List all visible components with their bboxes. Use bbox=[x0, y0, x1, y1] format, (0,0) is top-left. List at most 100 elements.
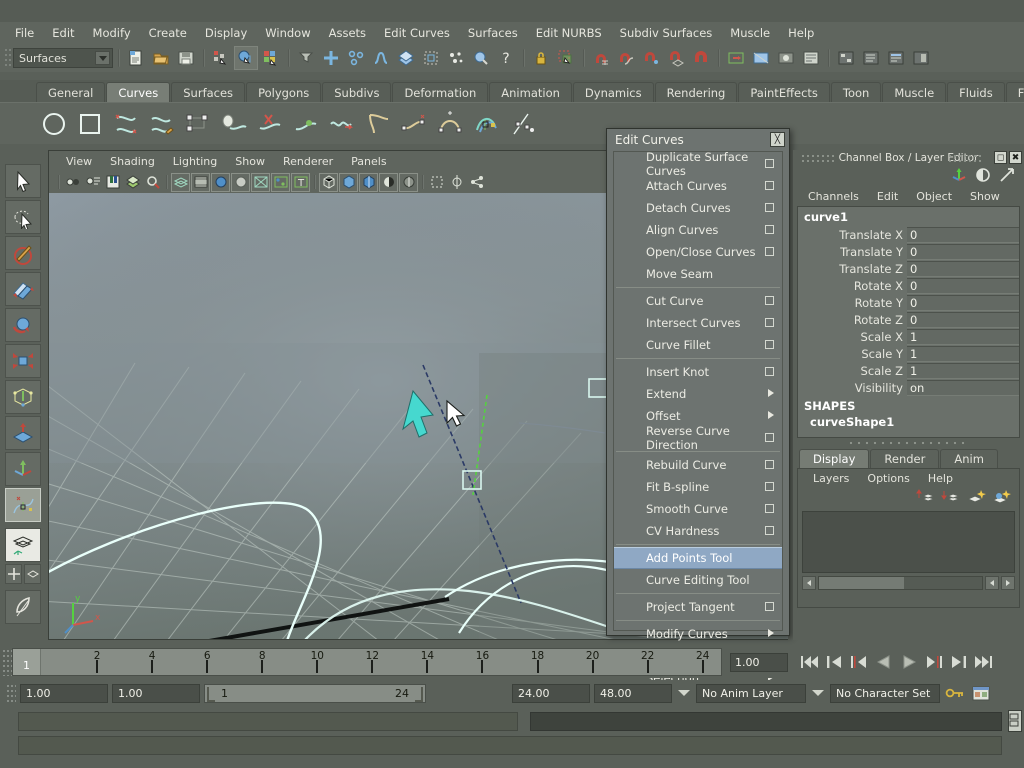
shelf-tab-subdivs[interactable]: Subdivs bbox=[322, 82, 392, 102]
move-layer-down-icon[interactable] bbox=[941, 488, 961, 509]
menu-option-box-icon[interactable] bbox=[765, 225, 774, 234]
show-manipulator-tool[interactable] bbox=[5, 452, 41, 486]
layer-menu-options[interactable]: Options bbox=[858, 472, 918, 485]
menu-item-insert-knot[interactable]: Insert Knot bbox=[614, 361, 782, 383]
layer-menu-layers[interactable]: Layers bbox=[804, 472, 858, 485]
highlight-selection-icon[interactable] bbox=[554, 46, 578, 70]
attach-curves-icon[interactable] bbox=[218, 108, 250, 140]
render-settings-icon[interactable] bbox=[799, 46, 823, 70]
animation-preferences-icon[interactable] bbox=[970, 686, 992, 701]
move-tool[interactable] bbox=[5, 272, 41, 306]
bookmarks-icon[interactable] bbox=[103, 173, 122, 192]
menu-item-duplicate-surface-curves[interactable]: Duplicate Surface Curves bbox=[614, 150, 782, 178]
command-input[interactable] bbox=[18, 712, 518, 731]
viewport-menu-lighting[interactable]: Lighting bbox=[164, 154, 226, 169]
viewport-menu-shading[interactable]: Shading bbox=[101, 154, 164, 169]
play-forwards-icon[interactable] bbox=[898, 651, 920, 673]
menu-set-selector[interactable]: Surfaces bbox=[13, 48, 113, 68]
channel-label[interactable]: Rotate X bbox=[798, 279, 907, 293]
channel-box[interactable]: curve1 Translate X 0 Translate Y 0 Translate… bbox=[797, 206, 1020, 438]
layer-tab-display[interactable]: Display bbox=[799, 449, 870, 468]
channel-value-field[interactable]: 0 bbox=[907, 226, 1019, 243]
attribute-editor-icon[interactable] bbox=[998, 166, 1016, 187]
film-gate-icon[interactable] bbox=[191, 172, 210, 192]
outliner-icon[interactable] bbox=[859, 46, 883, 70]
channel-box-menu-channels[interactable]: Channels bbox=[799, 190, 868, 203]
channel-row[interactable]: Rotate Z0 bbox=[798, 311, 1019, 328]
scroll-thumb[interactable] bbox=[819, 577, 904, 589]
shelf-tab-rendering[interactable]: Rendering bbox=[654, 82, 738, 102]
snap-to-view-plane-icon[interactable] bbox=[689, 46, 713, 70]
anim-layer-dropdown-icon[interactable] bbox=[676, 684, 692, 702]
single-perspective-view[interactable] bbox=[5, 528, 41, 562]
range-handle-right[interactable] bbox=[415, 686, 423, 702]
range-slider-grip[interactable] bbox=[6, 683, 16, 703]
circle-icon[interactable] bbox=[38, 108, 70, 140]
display-toggle-icon[interactable] bbox=[974, 166, 992, 187]
scroll-right-icon[interactable] bbox=[1001, 576, 1015, 590]
menu-option-box-icon[interactable] bbox=[765, 159, 774, 168]
shelf-tab-toon[interactable]: Toon bbox=[830, 82, 882, 102]
shelf-tab-animation[interactable]: Animation bbox=[489, 82, 572, 102]
menu-item-file[interactable]: File bbox=[6, 24, 43, 42]
two-d-pan-zoom-icon[interactable] bbox=[143, 173, 162, 192]
menu-item-surfaces[interactable]: Surfaces bbox=[459, 24, 527, 42]
snap-to-point-icon[interactable] bbox=[639, 46, 663, 70]
current-frame-field[interactable]: 1.00 bbox=[730, 652, 788, 672]
resolution-gate-icon[interactable] bbox=[211, 172, 230, 192]
grid-toggle-icon[interactable] bbox=[171, 172, 190, 192]
channel-row[interactable]: Rotate X0 bbox=[798, 277, 1019, 294]
lights-icon[interactable] bbox=[359, 172, 378, 192]
share-icon[interactable] bbox=[467, 173, 486, 192]
menu-item-display[interactable]: Display bbox=[196, 24, 256, 42]
paint-selection-tool[interactable] bbox=[5, 236, 41, 270]
save-scene-icon[interactable] bbox=[174, 46, 198, 70]
panel-resize-handle[interactable] bbox=[793, 438, 1024, 448]
channel-row[interactable]: Scale X1 bbox=[798, 328, 1019, 345]
menu-item-help[interactable]: Help bbox=[779, 24, 823, 42]
shelf-tab-fur[interactable]: Fur bbox=[1005, 82, 1024, 102]
menu-option-box-icon[interactable] bbox=[765, 296, 774, 305]
range-end-field[interactable]: 24.00 bbox=[512, 683, 590, 703]
menu-option-box-icon[interactable] bbox=[765, 247, 774, 256]
chevron-down-icon[interactable] bbox=[95, 51, 110, 65]
paint-effects-toggle[interactable] bbox=[5, 590, 41, 624]
snap-to-curve-icon[interactable] bbox=[614, 46, 638, 70]
auto-key-icon[interactable] bbox=[944, 686, 966, 700]
lasso-tool[interactable] bbox=[5, 200, 41, 234]
select-by-point-icon[interactable] bbox=[344, 46, 368, 70]
edit-curves-menu[interactable]: Edit Curves ╳ Duplicate Surface Curves At… bbox=[606, 128, 790, 685]
step-forward-key-icon[interactable] bbox=[923, 651, 945, 673]
step-forward-frame-icon[interactable] bbox=[948, 651, 970, 673]
menu-option-box-icon[interactable] bbox=[765, 504, 774, 513]
soft-modification-tool[interactable] bbox=[5, 416, 41, 450]
menu-option-box-icon[interactable] bbox=[765, 340, 774, 349]
layer-list[interactable] bbox=[802, 511, 1015, 573]
channel-label[interactable]: Scale Z bbox=[798, 364, 907, 378]
construction-history-icon[interactable] bbox=[724, 46, 748, 70]
channel-label[interactable]: Rotate Z bbox=[798, 313, 907, 327]
scale-tool[interactable] bbox=[5, 344, 41, 378]
show-manip-icon[interactable] bbox=[950, 166, 968, 187]
menu-item-intersect-curves[interactable]: Intersect Curves bbox=[614, 312, 782, 334]
menu-item-subdiv-surfaces[interactable]: Subdiv Surfaces bbox=[611, 24, 722, 42]
menu-item-extend[interactable]: Extend bbox=[614, 383, 782, 405]
wireframe-on-shaded-icon[interactable] bbox=[319, 172, 338, 192]
rotate-tool[interactable] bbox=[5, 308, 41, 342]
shelf-tab-painteffects[interactable]: PaintEffects bbox=[738, 82, 830, 102]
anim-start-field[interactable]: 1.00 bbox=[20, 683, 108, 703]
shade-objects-icon[interactable] bbox=[271, 172, 290, 192]
menu-item-muscle[interactable]: Muscle bbox=[721, 24, 779, 42]
selection-mask-icon[interactable] bbox=[294, 46, 318, 70]
open-scene-icon[interactable] bbox=[149, 46, 173, 70]
status-line-grip[interactable] bbox=[4, 47, 12, 69]
channel-box-icon[interactable] bbox=[909, 46, 933, 70]
channel-value-field[interactable]: 0 bbox=[907, 311, 1019, 328]
step-back-frame-icon[interactable] bbox=[823, 651, 845, 673]
shelf-tab-dynamics[interactable]: Dynamics bbox=[572, 82, 654, 102]
viewport-menu-view[interactable]: View bbox=[57, 154, 101, 169]
channel-row[interactable]: Rotate Y0 bbox=[798, 294, 1019, 311]
channel-value-field[interactable]: 0 bbox=[907, 243, 1019, 260]
channel-value-field[interactable]: 0 bbox=[907, 277, 1019, 294]
panel-grip-left[interactable] bbox=[801, 154, 837, 162]
